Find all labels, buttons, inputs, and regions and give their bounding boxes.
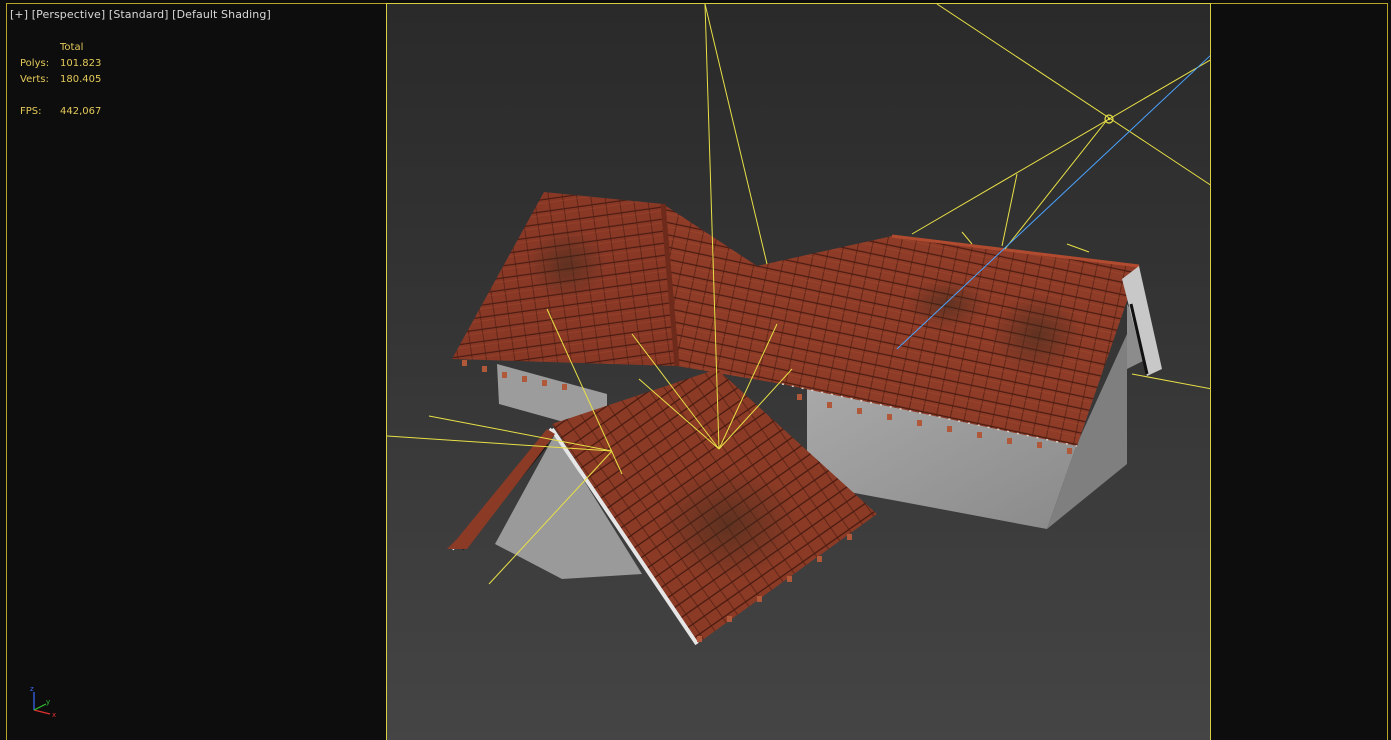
- axis-y-label: y: [46, 698, 50, 706]
- stats-total-header: Total: [60, 42, 84, 53]
- statistics-overlay: Total Polys: 101.823 Verts: 180.405 FPS:…: [20, 40, 120, 120]
- viewport-point-of-view-menu[interactable]: [Perspective]: [32, 8, 106, 21]
- axis-tripod-icon: z x y: [30, 685, 56, 719]
- axis-x-label: x: [52, 711, 56, 719]
- perspective-viewport[interactable]: [+] [Perspective] [Standard] [Default Sh…: [0, 0, 1391, 740]
- stats-polys-label: Polys:: [20, 58, 50, 69]
- viewport-label-menu: [+] [Perspective] [Standard] [Default Sh…: [10, 8, 271, 21]
- safe-frame: [386, 3, 1211, 740]
- viewport-camera-type-menu[interactable]: [Standard]: [109, 8, 169, 21]
- 3d-scene[interactable]: [387, 4, 1211, 740]
- viewport-plus-menu[interactable]: [+]: [10, 8, 28, 21]
- stats-polys-value: 101.823: [60, 58, 102, 69]
- stats-fps-label: FPS:: [20, 106, 42, 117]
- axis-z-label: z: [30, 685, 34, 693]
- stats-verts-value: 180.405: [60, 74, 102, 85]
- roof-back-left: [452, 192, 782, 384]
- stats-verts-label: Verts:: [20, 74, 49, 85]
- viewport-shading-menu[interactable]: [Default Shading]: [172, 8, 271, 21]
- stats-fps-value: 442,067: [60, 106, 102, 117]
